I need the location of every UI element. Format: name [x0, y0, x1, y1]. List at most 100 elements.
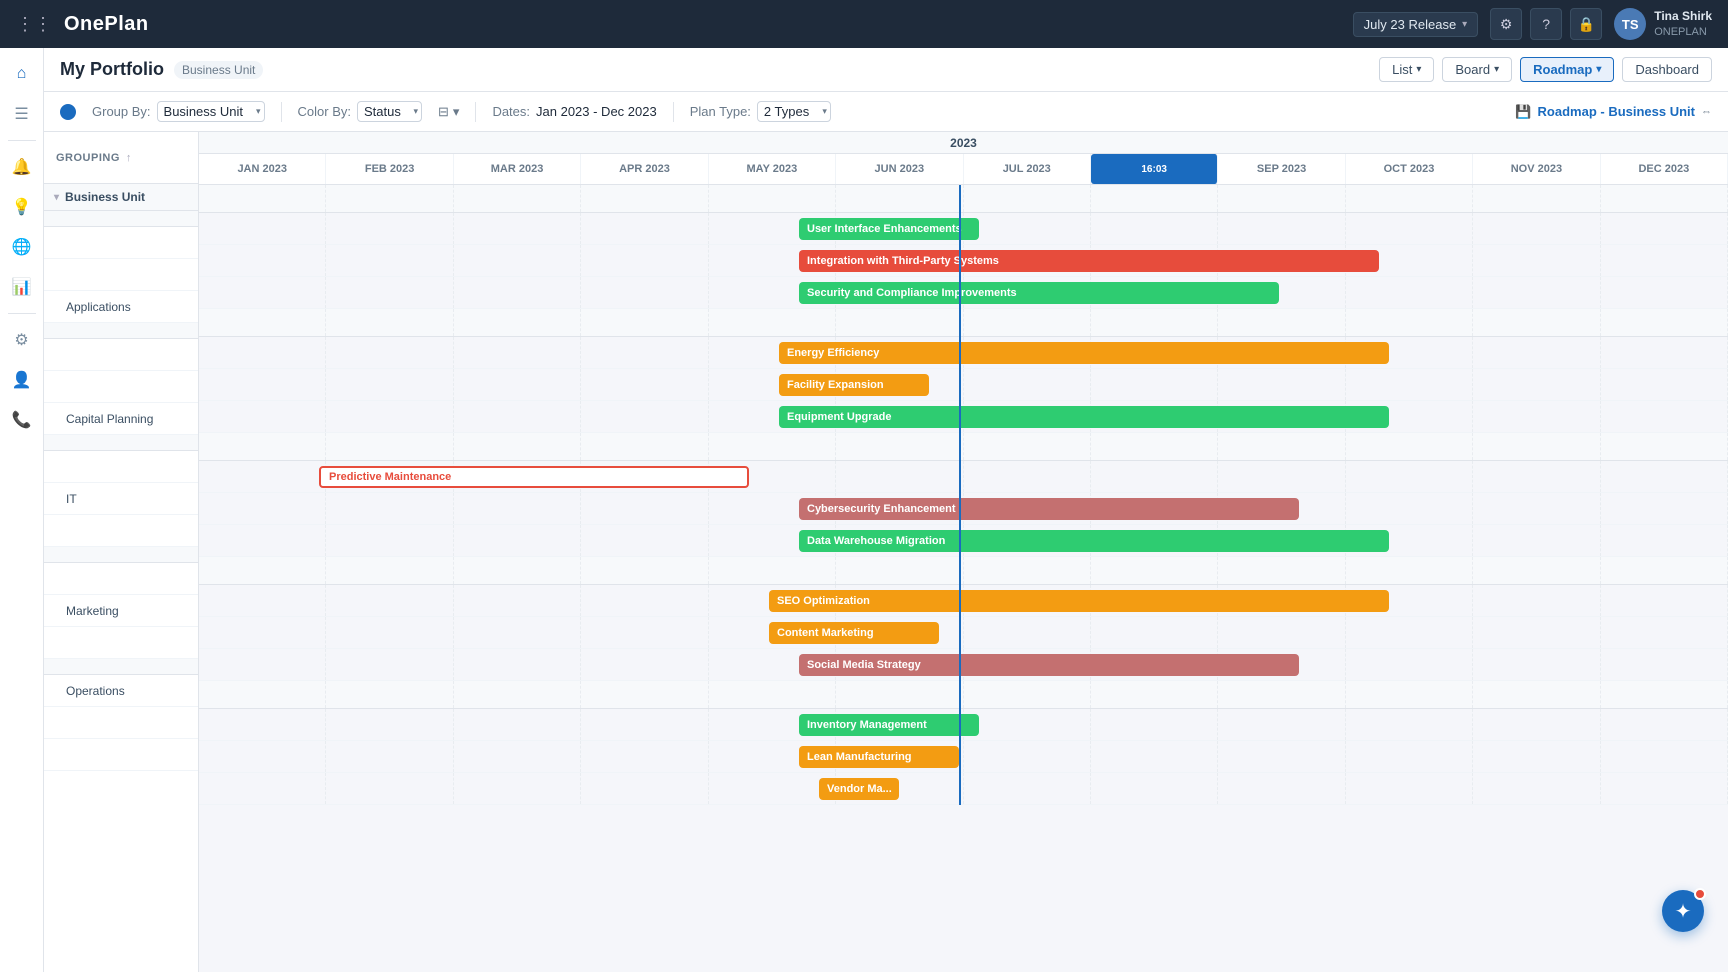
group-item-cap-row3: Capital Planning: [44, 403, 198, 435]
color-by-select[interactable]: Status: [357, 101, 422, 122]
group-spacer-ops: [44, 659, 198, 675]
fab-button[interactable]: ✦: [1662, 890, 1704, 932]
gantt-bar-it-0[interactable]: Predictive Maintenance: [319, 466, 749, 488]
gantt-row-it-2: Data Warehouse Migration: [199, 525, 1728, 557]
group-spacer-apps: [44, 211, 198, 227]
sidebar-item-settings[interactable]: ⚙: [4, 322, 40, 358]
gantt-bar-marketing-2[interactable]: Social Media Strategy: [799, 654, 1299, 676]
sidebar-item-home[interactable]: ⌂: [4, 56, 40, 92]
month-col-dec-2023: DEC 2023: [1601, 154, 1728, 184]
subheader-nav: List ▾ Board ▾ Roadmap ▾ Dashboard: [1379, 57, 1712, 82]
group-item-mkt-row2: Marketing: [44, 595, 198, 627]
group-item-it-row3[interactable]: [44, 515, 198, 547]
color-dot[interactable]: [60, 104, 76, 120]
plan-type-label: Plan Type:: [690, 104, 751, 119]
sort-icon[interactable]: ↑: [126, 152, 132, 164]
settings-button[interactable]: ⚙: [1490, 8, 1522, 40]
toolbar-sep-3: [673, 102, 674, 122]
group-item-it-row1[interactable]: [44, 451, 198, 483]
gantt-row-it-1: Cybersecurity Enhancement: [199, 493, 1728, 525]
sidebar-item-phone[interactable]: 📞: [4, 402, 40, 438]
group-item-applications-row1[interactable]: [44, 227, 198, 259]
gantt-bar-operations-1[interactable]: Lean Manufacturing: [799, 746, 959, 768]
gantt-bar-operations-0[interactable]: Inventory Management: [799, 714, 979, 736]
group-item-ops-row2[interactable]: [44, 707, 198, 739]
business-unit-parent[interactable]: ▾ Business Unit: [44, 184, 198, 210]
year-label: 2023: [199, 136, 1728, 150]
sidebar-item-reports[interactable]: 📊: [4, 269, 40, 305]
gantt-bar-applications-1[interactable]: Integration with Third-Party Systems: [799, 250, 1379, 272]
page-title: My Portfolio: [60, 59, 164, 80]
gantt-row-applications-2: Security and Compliance Improvements: [199, 277, 1728, 309]
sidebar-item-list[interactable]: ☰: [4, 96, 40, 132]
plan-type-select-wrap[interactable]: 2 Types ▾: [757, 101, 831, 122]
months-row: JAN 2023FEB 2023MAR 2023APR 2023MAY 2023…: [199, 154, 1728, 184]
gantt-bar-operations-2[interactable]: Vendor Ma...: [819, 778, 899, 800]
roadmap-nav-btn[interactable]: Roadmap ▾: [1520, 57, 1614, 82]
grouping-column: GROUPING ↑ ▾ Business Unit: [44, 132, 199, 972]
save-icon: 💾: [1515, 104, 1531, 120]
toolbar-sep-2: [475, 102, 476, 122]
month-col-sep-2023: SEP 2023: [1218, 154, 1345, 184]
filter-button[interactable]: ⊟ ▾: [438, 104, 459, 120]
sidebar-item-globe[interactable]: 🌐: [4, 229, 40, 265]
group-item-ops-row3[interactable]: [44, 739, 198, 771]
sidebar-divider-2: [8, 313, 36, 314]
group-by-select[interactable]: Business Unit: [157, 101, 265, 122]
gantt-row-applications-0: User Interface Enhancements: [199, 213, 1728, 245]
group-by-select-wrap[interactable]: Business Unit ▾: [157, 101, 265, 122]
list-nav-btn[interactable]: List ▾: [1379, 57, 1434, 82]
month-col-oct-2023: OCT 2023: [1346, 154, 1473, 184]
release-selector[interactable]: July 23 Release ▾: [1353, 12, 1479, 37]
gantt-bar-applications-0[interactable]: User Interface Enhancements: [799, 218, 979, 240]
filter-chevron: ▾: [453, 104, 460, 120]
group-item-cap-row1[interactable]: [44, 339, 198, 371]
month-col-apr-2023: APR 2023: [581, 154, 708, 184]
color-by-select-wrap[interactable]: Status ▾: [357, 101, 422, 122]
gantt-bar-it-2[interactable]: Data Warehouse Migration: [799, 530, 1389, 552]
group-item-mkt-row3[interactable]: [44, 627, 198, 659]
user-menu[interactable]: TS Tina Shirk ONEPLAN: [1614, 8, 1712, 40]
sidebar-item-notifications[interactable]: 🔔: [4, 149, 40, 185]
gantt-row-applications-1: Integration with Third-Party Systems: [199, 245, 1728, 277]
grid-icon[interactable]: ⋮⋮: [16, 14, 52, 35]
month-col-jan-2023: JAN 2023: [199, 154, 326, 184]
sidebar-item-user[interactable]: 👤: [4, 362, 40, 398]
user-name: Tina Shirk: [1654, 9, 1712, 25]
gantt-bar-capital-planning-2[interactable]: Equipment Upgrade: [779, 406, 1389, 428]
gantt-bar-marketing-1[interactable]: Content Marketing: [769, 622, 939, 644]
gantt-row-capital-planning-1: Facility Expansion: [199, 369, 1728, 401]
gantt-bar-it-1[interactable]: Cybersecurity Enhancement: [799, 498, 1299, 520]
group-item-mkt-row1[interactable]: [44, 563, 198, 595]
group-item-applications-row2[interactable]: [44, 259, 198, 291]
topbar: ⋮⋮ OnePlan July 23 Release ▾ ⚙ ? 🔒 TS Ti…: [0, 0, 1728, 48]
board-nav-btn[interactable]: Board ▾: [1442, 57, 1512, 82]
group-item-cap-row2[interactable]: [44, 371, 198, 403]
group-section-parent: ▾ Business Unit: [44, 184, 198, 211]
gantt-bar-capital-planning-1[interactable]: Facility Expansion: [779, 374, 929, 396]
group-spacer-mkt: [44, 547, 198, 563]
lock-button[interactable]: 🔒: [1570, 8, 1602, 40]
fab-badge: [1694, 888, 1706, 900]
fab-icon: ✦: [1675, 899, 1692, 924]
avatar: TS: [1614, 8, 1646, 40]
gantt-group-header-it: [199, 433, 1728, 461]
group-item-applications-row3: Applications: [44, 291, 198, 323]
group-by-filter: Group By: Business Unit ▾: [92, 101, 265, 122]
group-item-it-row2: IT: [44, 483, 198, 515]
dashboard-nav-btn[interactable]: Dashboard: [1622, 57, 1712, 82]
gantt-bar-applications-2[interactable]: Security and Compliance Improvements: [799, 282, 1279, 304]
gantt-row-marketing-0: SEO Optimization: [199, 585, 1728, 617]
gantt-bar-marketing-0[interactable]: SEO Optimization: [769, 590, 1389, 612]
plan-type-select[interactable]: 2 Types: [757, 101, 831, 122]
month-col-jul-2023: JUL 2023: [964, 154, 1091, 184]
gantt-row-operations-0: Inventory Management: [199, 709, 1728, 741]
help-button[interactable]: ?: [1530, 8, 1562, 40]
gantt-bar-capital-planning-0[interactable]: Energy Efficiency: [779, 342, 1389, 364]
sidebar-item-insights[interactable]: 💡: [4, 189, 40, 225]
roadmap-business-unit-label[interactable]: 💾 Roadmap - Business Unit ⇔: [1515, 104, 1712, 120]
timeline-area[interactable]: 2023 JAN 2023FEB 2023MAR 2023APR 2023MAY…: [199, 132, 1728, 972]
gantt-group-header-operations: [199, 681, 1728, 709]
today-badge: 16:03: [1136, 162, 1172, 177]
color-by-filter: Color By: Status ▾: [298, 101, 422, 122]
